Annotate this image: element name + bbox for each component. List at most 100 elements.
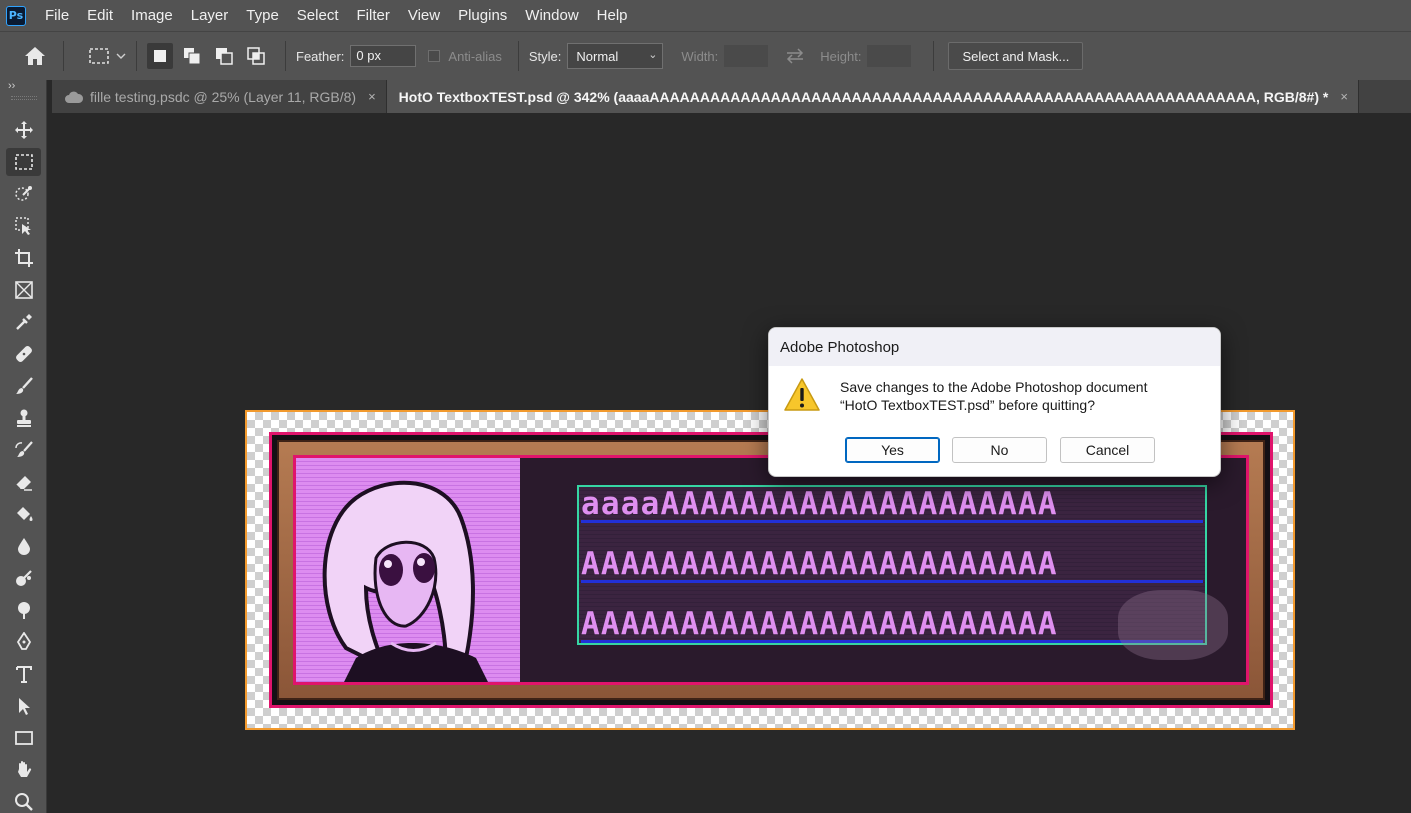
tab-hoto-textbox-test[interactable]: HotO TextboxTEST.psd @ 342% (aaaaAAAAAAA…: [386, 80, 1359, 113]
menu-layer[interactable]: Layer: [182, 0, 238, 31]
pen-icon: [16, 632, 31, 650]
chevron-down-icon: ⌄: [648, 49, 658, 61]
options-bar: Feather: 0 px Anti-alias Style: Normal ⌄…: [0, 31, 1411, 80]
close-tab-icon[interactable]: ×: [368, 89, 376, 104]
move-icon: [14, 121, 33, 139]
zoom-tool[interactable]: [6, 788, 41, 813]
zoom-icon: [14, 793, 33, 811]
style-dropdown[interactable]: Normal ⌄: [567, 43, 664, 69]
toolbar-grip[interactable]: [11, 96, 37, 100]
text-line-2: AAAAAAAAAAAAAAAAAAAAAAAA: [581, 547, 1203, 583]
photoshop-window: Ps File Edit Image Layer Type Select Fil…: [0, 0, 1411, 813]
intersect-selection-icon: [247, 47, 265, 65]
width-label: Width:: [681, 48, 719, 64]
rectangle-tool[interactable]: [6, 724, 41, 752]
eyedropper-tool[interactable]: [6, 308, 41, 336]
zoom-lens-tool[interactable]: [6, 596, 41, 624]
marquee-tool[interactable]: [6, 148, 41, 176]
collapse-toolbar-button[interactable]: ››: [8, 80, 15, 92]
paint-bucket-tool[interactable]: [6, 500, 41, 528]
home-icon: [25, 47, 45, 65]
menu-select[interactable]: Select: [288, 0, 348, 31]
dodge-tool[interactable]: [6, 564, 41, 592]
cloud-document-icon: [65, 91, 84, 103]
tool-preset-picker[interactable]: [88, 47, 126, 65]
dodge-icon: [15, 570, 32, 586]
menu-bar: Ps File Edit Image Layer Type Select Fil…: [0, 0, 1411, 31]
home-button[interactable]: [17, 39, 53, 73]
hand-tool[interactable]: [6, 756, 41, 784]
menu-type[interactable]: Type: [237, 0, 288, 31]
eyedropper-icon: [15, 314, 32, 330]
subtract-from-selection-button[interactable]: [211, 43, 237, 69]
tab-label: HotO TextboxTEST.psd @ 342% (aaaaAAAAAAA…: [398, 88, 1329, 105]
crop-select-tool[interactable]: [6, 212, 41, 240]
intersect-selection-button[interactable]: [243, 43, 269, 69]
frame-tool[interactable]: [6, 276, 41, 304]
menu-edit[interactable]: Edit: [78, 0, 122, 31]
paint-bucket-icon: [16, 507, 32, 521]
dialog-title: Adobe Photoshop: [769, 328, 1220, 366]
divider: [136, 41, 137, 71]
no-button[interactable]: No: [952, 437, 1047, 463]
anti-alias-label: Anti-alias: [448, 48, 502, 64]
textbox-frame-wood: aaaaAAAAAAAAAAAAAAAAAAAA AAAAAAAAAAAAAAA…: [277, 440, 1265, 700]
swap-dimensions-icon[interactable]: [784, 47, 806, 65]
brush-icon: [15, 377, 33, 394]
height-label: Height:: [820, 48, 862, 64]
document-tab-bar: fille testing.psdc @ 25% (Layer 11, RGB/…: [52, 80, 1411, 113]
brush-tool[interactable]: [6, 372, 41, 400]
type-tool[interactable]: [6, 660, 41, 688]
close-tab-icon[interactable]: ×: [1340, 89, 1348, 104]
divider: [517, 41, 519, 71]
yes-button[interactable]: Yes: [845, 437, 940, 463]
hand-icon: [17, 761, 31, 777]
photoshop-logo: Ps: [6, 5, 26, 26]
feather-input[interactable]: 0 px: [350, 45, 417, 67]
menu-file[interactable]: File: [36, 0, 78, 31]
text-line-1: aaaaAAAAAAAAAAAAAAAAAAAA: [581, 487, 1203, 523]
width-input[interactable]: [724, 45, 769, 67]
eraser-tool[interactable]: [6, 468, 41, 496]
blur-tool[interactable]: [6, 532, 41, 560]
healing-brush-tool[interactable]: [6, 340, 41, 368]
menu-help[interactable]: Help: [588, 0, 637, 31]
path-selection-tool[interactable]: [6, 692, 41, 720]
object-selection-tool[interactable]: [6, 180, 41, 208]
chevron-down-icon: [116, 53, 126, 59]
pen-tool[interactable]: [6, 628, 41, 656]
move-tool[interactable]: [6, 116, 41, 144]
type-icon: [15, 666, 32, 683]
clone-stamp-tool[interactable]: [6, 404, 41, 432]
new-selection-button[interactable]: [147, 43, 173, 69]
feather-label: Feather:: [296, 48, 345, 64]
history-brush-tool[interactable]: [6, 436, 41, 464]
path-selection-icon: [18, 698, 30, 715]
height-input[interactable]: [867, 45, 912, 67]
eraser-icon: [15, 476, 32, 491]
rectangular-marquee-icon: [89, 48, 109, 64]
menu-image[interactable]: Image: [122, 0, 182, 31]
tab-label: fille testing.psdc @ 25% (Layer 11, RGB/…: [90, 88, 357, 105]
tab-fille-testing[interactable]: fille testing.psdc @ 25% (Layer 11, RGB/…: [52, 80, 387, 113]
add-to-selection-icon: [184, 48, 201, 65]
character-portrait: [296, 458, 520, 682]
divider: [285, 41, 286, 71]
select-and-mask-button[interactable]: Select and Mask...: [948, 42, 1084, 70]
dialog-message-line-2: “HotO TextboxTEST.psd” before quitting?: [840, 397, 1095, 413]
magnifier-icon: [17, 602, 30, 619]
menu-plugins[interactable]: Plugins: [449, 0, 516, 31]
cancel-button[interactable]: Cancel: [1060, 437, 1155, 463]
subtract-selection-icon: [216, 48, 233, 65]
crop-tool[interactable]: [6, 244, 41, 272]
crop-expand-icon: [14, 217, 31, 235]
menu-window[interactable]: Window: [516, 0, 587, 31]
menu-view[interactable]: View: [399, 0, 449, 31]
tools-panel: ››: [0, 80, 47, 813]
menu-filter[interactable]: Filter: [348, 0, 399, 31]
text-layer-bounds[interactable]: aaaaAAAAAAAAAAAAAAAAAAAA AAAAAAAAAAAAAAA…: [577, 485, 1207, 645]
healing-brush-icon: [15, 346, 32, 362]
anti-alias-checkbox[interactable]: [428, 50, 441, 62]
add-to-selection-button[interactable]: [179, 43, 205, 69]
clone-stamp-icon: [16, 409, 31, 427]
